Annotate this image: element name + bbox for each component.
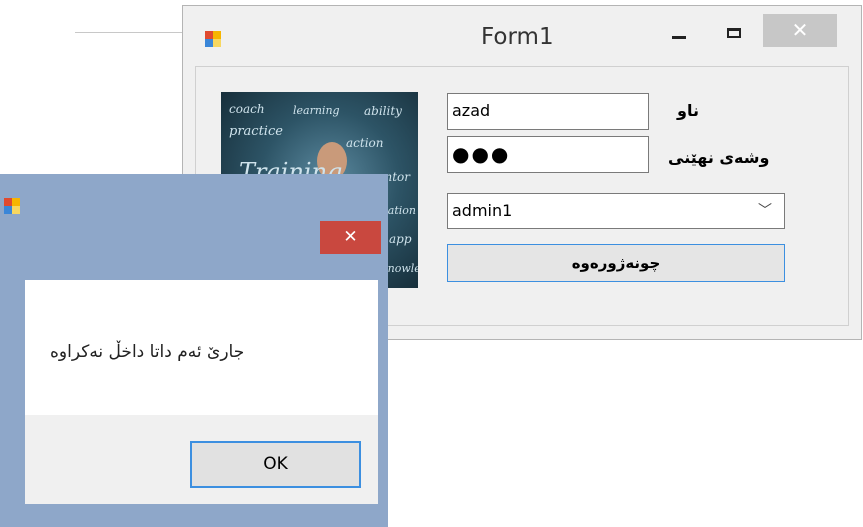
close-button[interactable]: ✕ bbox=[763, 14, 837, 47]
close-icon: ✕ bbox=[343, 227, 358, 247]
chevron-down-icon: ﹀ bbox=[758, 203, 772, 219]
picture-word: action bbox=[346, 136, 384, 150]
picture-word: app bbox=[389, 232, 412, 246]
background-line bbox=[75, 32, 185, 33]
close-icon: ✕ bbox=[791, 18, 809, 42]
minimize-icon bbox=[672, 36, 686, 39]
message-box-content: جارێ ئەم داتا داخڵ نەکراوە bbox=[25, 280, 378, 415]
picture-word: coach bbox=[229, 102, 265, 116]
app-icon bbox=[4, 198, 20, 214]
ok-button[interactable]: OK bbox=[190, 441, 361, 488]
app-icon bbox=[205, 31, 221, 47]
minimize-button[interactable] bbox=[666, 14, 696, 47]
message-text: جارێ ئەم داتا داخڵ نەکراوە bbox=[50, 342, 245, 362]
login-button[interactable]: چونەژورەوە bbox=[447, 244, 785, 282]
picture-word: ability bbox=[364, 104, 402, 118]
picture-word: practice bbox=[229, 124, 283, 139]
name-label: ناو bbox=[677, 101, 699, 120]
window-title: Form1 bbox=[481, 24, 554, 50]
form1-titlebar[interactable]: Form1 ✕ bbox=[183, 6, 861, 66]
message-box-close-button[interactable]: ✕ bbox=[320, 221, 381, 254]
picture-word: learning bbox=[293, 104, 340, 117]
name-input[interactable]: azad bbox=[447, 93, 649, 130]
maximize-button[interactable] bbox=[720, 14, 750, 47]
password-label: وشەی نهێنی bbox=[668, 148, 770, 167]
password-input[interactable]: ●●● bbox=[447, 136, 649, 173]
role-select[interactable]: admin1 ﹀ bbox=[447, 193, 785, 229]
maximize-icon bbox=[727, 28, 741, 38]
role-select-value: admin1 bbox=[452, 201, 513, 220]
